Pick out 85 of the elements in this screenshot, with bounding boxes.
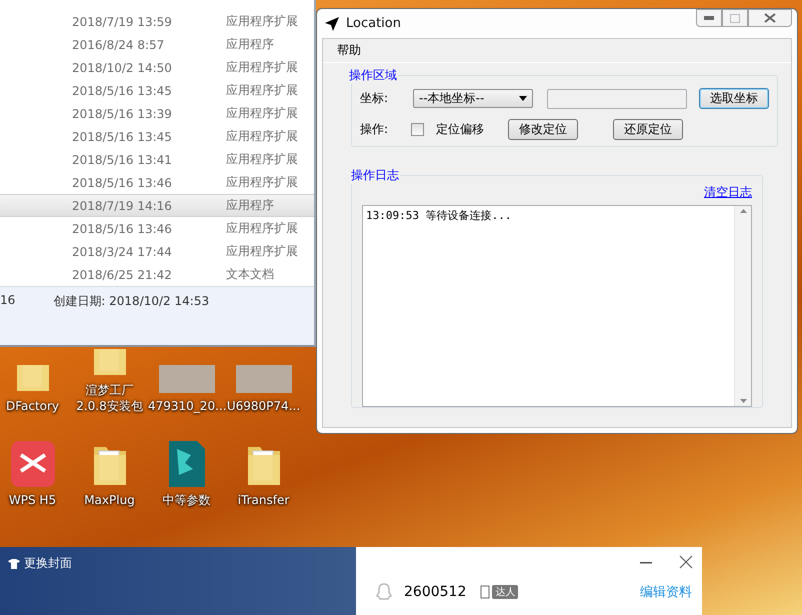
- date-cell-text: 2018/5/16 13:46: [71, 176, 173, 190]
- close-button[interactable]: [748, 9, 792, 27]
- date-cell-text: 2018/10/2 14:50: [71, 60, 173, 74]
- shirt-icon: [8, 558, 20, 568]
- file-row[interactable]: 2016/8/24 8:57 应用程序: [0, 33, 314, 56]
- menu-item[interactable]: 帮助: [337, 42, 361, 59]
- file-row[interactable]: 2018/5/16 13:46 应用程序扩展: [0, 171, 314, 194]
- checkbox-label: 定位偏移: [436, 121, 484, 138]
- date-cell-text: 2018/5/16 13:41: [71, 152, 173, 166]
- file-row[interactable]: 2018/5/16 13:39 应用程序扩展: [0, 102, 314, 125]
- minimize-button[interactable]: [696, 9, 722, 27]
- document-icon: [166, 439, 206, 489]
- date-cell-text: 2018/6/25 21:42: [71, 268, 173, 282]
- dropdown-caret-icon: [519, 96, 527, 101]
- close-icon: [764, 13, 776, 23]
- desktop-icon-label[interactable]: 中等参数: [148, 492, 225, 508]
- date-cell-text: 2018/5/16 13:45: [71, 130, 173, 144]
- pick-coordinate-button[interactable]: 选取坐标: [699, 88, 769, 109]
- type-cell-text: 应用程序扩展: [226, 82, 299, 99]
- desktop-icon-label[interactable]: 渲梦工厂 2.0.8安装包: [71, 382, 148, 414]
- created-date-label: 创建日期: 2018/10/2 14:53: [53, 293, 210, 310]
- group-title: 操作日志: [350, 167, 400, 184]
- action-button[interactable]: 修改定位: [508, 119, 578, 140]
- penguin-icon: [376, 583, 392, 601]
- app-icon: [10, 439, 54, 489]
- clear-log-link[interactable]: 清空日志: [704, 184, 752, 201]
- desktop-icon-label[interactable]: iTransfer: [225, 492, 302, 508]
- minimize-icon: [639, 562, 653, 564]
- type-cell-text: 应用程序扩展: [226, 220, 299, 237]
- type-cell-text: 应用程序扩展: [226, 128, 299, 145]
- date-cell-text: 2018/3/24 17:44: [71, 244, 173, 258]
- type-cell-text: 应用程序: [226, 197, 275, 214]
- edit-profile-link[interactable]: 编辑资料: [640, 583, 692, 601]
- type-cell-text: 应用程序扩展: [226, 105, 299, 122]
- log-text-area[interactable]: 13:09:53 等待设备连接...: [362, 205, 752, 407]
- close-icon: [679, 555, 693, 569]
- coordinate-label: 坐标:: [360, 90, 390, 107]
- coordinate-dropdown[interactable]: --本地坐标--: [413, 89, 533, 108]
- window-title: Location: [346, 16, 402, 31]
- qq-number: 2600512: [404, 584, 466, 600]
- checkbox[interactable]: [411, 123, 424, 136]
- scroll-up-icon: [740, 209, 746, 213]
- date-cell-text: 2016/8/24 8:57: [71, 38, 166, 52]
- desktop-icon-label[interactable]: U6980P74...: [225, 398, 302, 414]
- file-row[interactable]: 2018/5/16 13:46 应用程序扩展: [0, 217, 314, 240]
- date-cell-text: 2018/5/16 13:46: [71, 222, 173, 236]
- action-button[interactable]: 还原定位: [613, 119, 683, 140]
- type-cell-text: 应用程序扩展: [226, 59, 299, 76]
- image-thumbnail-icon: [156, 365, 216, 395]
- desktop-icon-label[interactable]: 479310_20...: [148, 398, 225, 414]
- navigation-arrow-icon: [324, 16, 340, 32]
- date-cell-text: 2018/7/19 13:59: [71, 14, 173, 28]
- action-label: 操作:: [360, 121, 390, 138]
- file-row[interactable]: 2018/5/16 13:45 应用程序扩展: [0, 79, 314, 102]
- file-row[interactable]: 2018/10/2 14:50 应用程序扩展: [0, 56, 314, 79]
- scroll-down-icon: [740, 399, 746, 403]
- change-cover-button[interactable]: 更换封面: [8, 555, 72, 572]
- desktop-icon-label[interactable]: MaxPlug: [71, 492, 148, 508]
- type-cell-text: 应用程序扩展: [226, 174, 299, 191]
- maximize-icon: [730, 14, 740, 22]
- file-row[interactable]: 2018/7/19 13:59 应用程序扩展: [0, 10, 314, 33]
- level-badge: 达人: [492, 585, 518, 599]
- date-cell-text: 2018/5/16 13:45: [71, 84, 173, 98]
- file-row[interactable]: 2018/5/16 13:41 应用程序扩展: [0, 148, 314, 171]
- type-cell-text: 应用程序扩展: [226, 243, 299, 260]
- file-row[interactable]: 2018/6/25 21:42 文本文档: [0, 263, 314, 286]
- type-cell-text: 应用程序扩展: [226, 13, 299, 30]
- close-button[interactable]: [678, 555, 694, 571]
- minimize-icon: [704, 16, 714, 20]
- date-cell-text: 2018/7/19 14:16: [71, 198, 173, 212]
- date-cell-text: 2018/5/16 13:39: [71, 106, 173, 120]
- log-line: 13:09:53 等待设备连接...: [366, 208, 512, 223]
- image-thumbnail-icon: [234, 365, 294, 395]
- file-row[interactable]: 2018/5/16 13:45 应用程序扩展: [0, 125, 314, 148]
- group-title: 操作区域: [348, 67, 398, 84]
- desktop-icon-label[interactable]: WPS H5: [0, 492, 71, 508]
- file-row[interactable]: 2018/3/24 17:44 应用程序扩展: [0, 240, 314, 263]
- type-cell-text: 应用程序: [226, 36, 275, 53]
- scrollbar[interactable]: [734, 206, 751, 406]
- type-cell-text: 应用程序扩展: [226, 151, 299, 168]
- details-text: 16: [0, 293, 16, 309]
- type-cell-text: 文本文档: [226, 266, 275, 283]
- desktop-icon-label[interactable]: DFactory: [0, 398, 71, 414]
- coordinate-input-field[interactable]: [547, 88, 687, 108]
- file-row[interactable]: 2018/7/19 14:16 应用程序: [0, 194, 314, 217]
